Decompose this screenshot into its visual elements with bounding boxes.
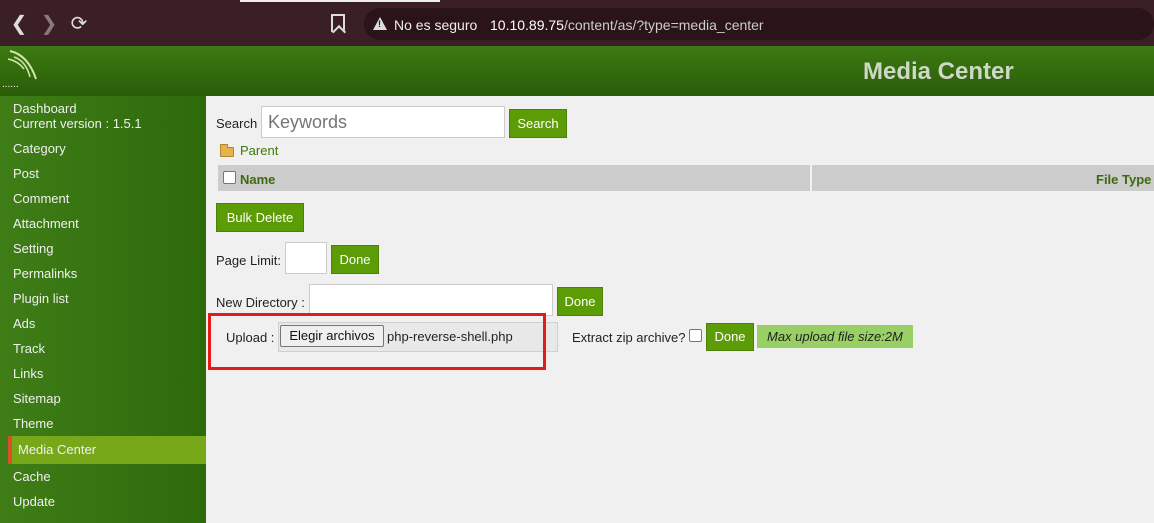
sidebar-item-plugin-list[interactable]: Plugin list: [13, 291, 69, 306]
url-text[interactable]: 10.10.89.75/content/as/?type=media_cente…: [490, 17, 764, 33]
app-header: ...... Media Center: [0, 46, 1154, 96]
reload-icon[interactable]: ⟳: [68, 12, 90, 34]
warning-icon: [373, 17, 387, 30]
parent-link[interactable]: Parent: [240, 143, 278, 158]
sidebar-item-links[interactable]: Links: [13, 366, 43, 381]
extract-zip-checkbox[interactable]: [689, 329, 702, 342]
security-label[interactable]: No es seguro: [394, 17, 477, 33]
sidebar-item-comment[interactable]: Comment: [13, 191, 69, 206]
column-file-type-label: File Type: [1096, 172, 1152, 187]
sidebar-item-category[interactable]: Category: [13, 141, 66, 156]
sidebar-item-setting[interactable]: Setting: [13, 241, 53, 256]
bookmark-icon[interactable]: [331, 14, 345, 32]
column-name-label: Name: [240, 172, 276, 187]
forward-icon[interactable]: ❯: [38, 12, 60, 34]
browser-toolbar: ❮ ❯ ⟳ No es seguro 10.10.89.75/content/a…: [0, 0, 1154, 46]
sidebar-item-sitemap[interactable]: Sitemap: [13, 391, 61, 406]
bulk-delete-button[interactable]: Bulk Delete: [216, 203, 304, 232]
sidebar-item-attachment[interactable]: Attachment: [13, 216, 79, 231]
new-directory-done-button[interactable]: Done: [557, 287, 603, 316]
sidebar-item-dashboard[interactable]: Dashboard: [13, 101, 77, 116]
main-content: Search Search Parent Name File Type Bulk…: [206, 96, 1154, 523]
page-limit-done-button[interactable]: Done: [331, 245, 379, 274]
new-directory-label: New Directory :: [216, 295, 305, 310]
new-directory-input[interactable]: [309, 284, 553, 316]
page-title: Media Center: [863, 58, 1014, 85]
sidebar-item-track[interactable]: Track: [13, 341, 45, 356]
search-input[interactable]: [261, 106, 505, 138]
logo-dots: ......: [2, 79, 19, 90]
url-path: /content/as/?type=media_center: [563, 17, 764, 33]
column-header-file-type[interactable]: File Type: [812, 165, 1154, 191]
select-all-checkbox[interactable]: [223, 171, 236, 184]
back-icon[interactable]: ❮: [8, 12, 30, 34]
sidebar-item-cache[interactable]: Cache: [13, 469, 51, 484]
upload-done-button[interactable]: Done: [706, 323, 754, 351]
sidebar-item-media-center-label[interactable]: Media Center: [18, 442, 96, 457]
sidebar-item-ads[interactable]: Ads: [13, 316, 35, 331]
sidebar-item-post[interactable]: Post: [13, 166, 39, 181]
sidebar-item-update[interactable]: Update: [13, 494, 55, 509]
page-limit-label: Page Limit:: [216, 253, 282, 268]
address-bar[interactable]: No es seguro 10.10.89.75/content/as/?typ…: [364, 8, 1154, 40]
sidebar-item-theme[interactable]: Theme: [13, 416, 53, 431]
sidebar-item-permalinks[interactable]: Permalinks: [13, 266, 77, 281]
upload-highlight-box: [208, 313, 546, 370]
search-button[interactable]: Search: [509, 109, 567, 138]
max-upload-note: Max upload file size:2M: [757, 325, 913, 348]
page-limit-input[interactable]: [285, 242, 327, 274]
url-host: 10.10.89.75: [490, 17, 564, 33]
column-header-name[interactable]: Name: [218, 165, 810, 191]
folder-icon: [220, 144, 234, 157]
sidebar: Dashboard Current version : 1.5.1 Catego…: [0, 96, 206, 523]
sidebar-version: Current version : 1.5.1: [13, 116, 142, 131]
extract-zip-label: Extract zip archive?: [572, 330, 686, 345]
active-tab-indicator: [240, 0, 440, 2]
search-label: Search: [216, 116, 258, 131]
